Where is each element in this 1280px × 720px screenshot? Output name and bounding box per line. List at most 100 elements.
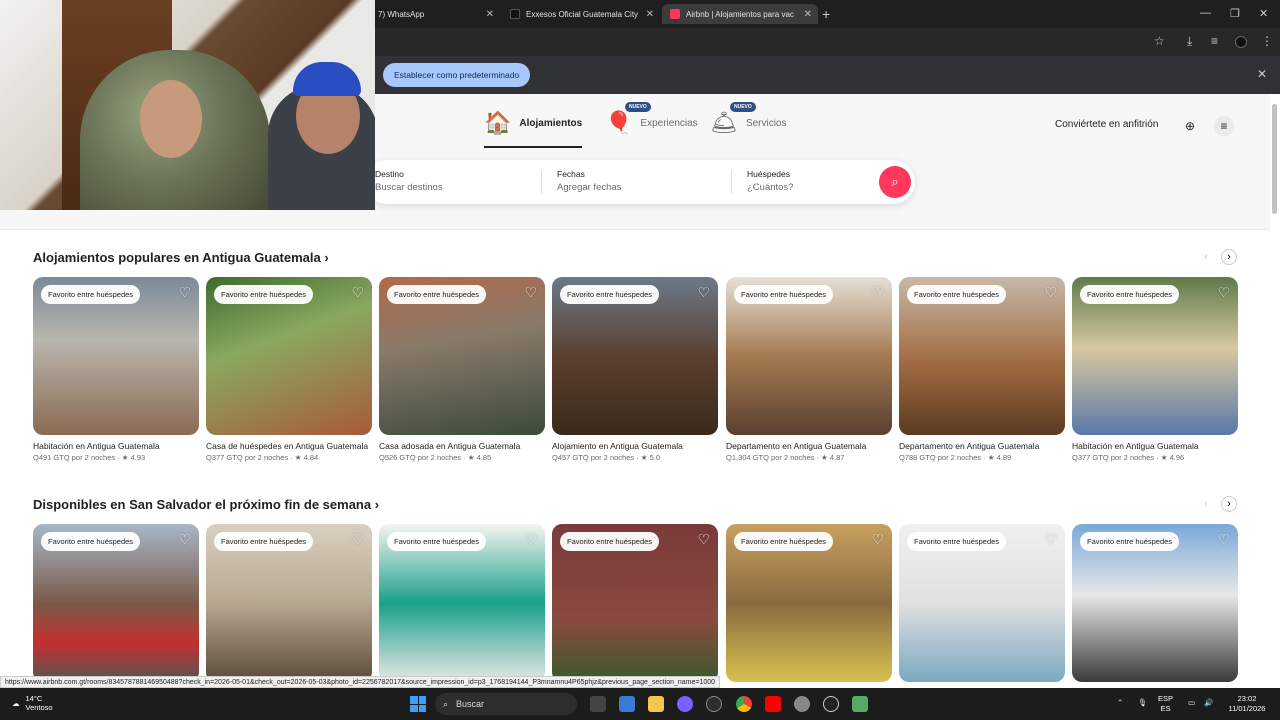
antigua-listing-card[interactable]: Favorito entre huéspedes ♡ Habitación en A… <box>33 277 199 462</box>
menu-dots-icon[interactable]: ⋮ <box>1261 34 1273 48</box>
bell-icon: 🛎 <box>710 110 738 135</box>
san-salvador-listing-card[interactable]: Favorito entre huéspedes ♡ <box>33 524 199 682</box>
dates-field[interactable]: Fechas Agregar fechas <box>557 169 621 193</box>
heart-icon[interactable]: ♡ <box>1044 531 1057 548</box>
listing-photo[interactable]: Favorito entre huéspedes ♡ <box>33 277 199 435</box>
heart-icon[interactable]: ♡ <box>351 531 364 548</box>
tray-chevron-icon[interactable]: ⌃ <box>1117 698 1123 708</box>
antigua-listing-card[interactable]: Favorito entre huéspedes ♡ Casa adosada en… <box>379 277 545 462</box>
windows-taskbar: ☁ 14°C Ventoso ⌕ Buscar ⌃ 🎙 ESP ES ▭ 🔊 2… <box>0 688 1280 720</box>
close-icon[interactable]: ✕ <box>804 9 812 20</box>
nav-experiencias[interactable]: 🎈 NUEVO Experiencias <box>605 102 698 136</box>
media-player-icon[interactable] <box>823 696 839 712</box>
section-title-san-salvador[interactable]: Disponibles en San Salvador el próximo f… <box>33 497 379 512</box>
volume-icon[interactable]: 🔊 <box>1204 698 1213 708</box>
hamburger-menu-icon[interactable]: ≡ <box>1214 116 1234 136</box>
globe-icon[interactable]: ⊕ <box>1180 116 1200 136</box>
store-icon[interactable] <box>619 696 635 712</box>
bookmark-star-icon[interactable]: ☆ <box>1154 34 1165 48</box>
weather-widget[interactable]: ☁ 14°C Ventoso <box>12 694 53 712</box>
chrome-icon[interactable] <box>736 696 752 712</box>
clock[interactable]: 23:02 11/01/2026 <box>1222 694 1272 714</box>
file-explorer-icon[interactable] <box>648 696 664 712</box>
guests-field[interactable]: Huéspedes ¿Cuántos? <box>747 169 793 193</box>
close-icon[interactable]: ✕ <box>646 9 654 20</box>
carousel-prev-icon[interactable]: ‹ <box>1198 496 1214 512</box>
antigua-listing-card[interactable]: Favorito entre huéspedes ♡ Departamento en… <box>726 277 892 462</box>
close-icon[interactable]: ✕ <box>486 9 494 20</box>
san-salvador-listing-card[interactable]: Favorito entre huéspedes ♡ <box>552 524 718 682</box>
microphone-icon[interactable]: 🎙 <box>1138 698 1148 708</box>
page-scrollbar[interactable] <box>1271 94 1278 684</box>
calculator-icon[interactable] <box>852 696 868 712</box>
heart-icon[interactable]: ♡ <box>697 284 710 301</box>
san-salvador-listing-card[interactable]: Favorito entre huéspedes ♡ <box>726 524 892 682</box>
heart-icon[interactable]: ♡ <box>871 531 884 548</box>
profile-avatar[interactable] <box>1235 36 1247 48</box>
listing-photo[interactable]: Favorito entre huéspedes ♡ <box>1072 524 1238 682</box>
youtube-icon[interactable] <box>765 696 781 712</box>
heart-icon[interactable]: ♡ <box>1044 284 1057 301</box>
section-title-antigua[interactable]: Alojamientos populares en Antigua Guatem… <box>33 250 329 265</box>
listing-photo[interactable]: Favorito entre huéspedes ♡ <box>379 524 545 682</box>
new-tab-icon[interactable]: + <box>822 6 830 22</box>
listing-photo[interactable]: Favorito entre huéspedes ♡ <box>899 524 1065 682</box>
minimize-icon[interactable]: — <box>1200 7 1211 19</box>
heart-icon[interactable]: ♡ <box>351 284 364 301</box>
scrollbar-thumb[interactable] <box>1272 104 1277 214</box>
field-placeholder: Agregar fechas <box>557 182 622 193</box>
app-icon[interactable] <box>706 696 722 712</box>
san-salvador-listing-card[interactable]: Favorito entre huéspedes ♡ <box>379 524 545 682</box>
heart-icon[interactable]: ♡ <box>178 284 191 301</box>
heart-icon[interactable]: ♡ <box>178 531 191 548</box>
listing-photo[interactable]: Favorito entre huéspedes ♡ <box>899 277 1065 435</box>
tab-airbnb[interactable]: Airbnb | Alojamientos para vac ✕ <box>662 4 818 24</box>
listing-photo[interactable]: Favorito entre huéspedes ♡ <box>206 524 372 682</box>
become-host-link[interactable]: Conviértete en anfitrión <box>1055 119 1158 130</box>
settings-icon[interactable] <box>794 696 810 712</box>
maximize-icon[interactable]: ❐ <box>1230 7 1240 20</box>
heart-icon[interactable]: ♡ <box>524 531 537 548</box>
tab-exxesos[interactable]: Exxesos Oficial Guatemala City ✕ <box>502 4 660 24</box>
antigua-listing-card[interactable]: Favorito entre huéspedes ♡ Casa de huésped… <box>206 277 372 462</box>
carousel-next-icon[interactable]: › <box>1221 249 1237 265</box>
task-view-icon[interactable] <box>590 696 606 712</box>
listing-photo[interactable]: Favorito entre huéspedes ♡ <box>552 277 718 435</box>
antigua-listing-card[interactable]: Favorito entre huéspedes ♡ Alojamiento en … <box>552 277 718 462</box>
set-default-button[interactable]: Establecer como predeterminado <box>383 63 531 87</box>
nav-alojamientos[interactable]: 🏠 Alojamientos <box>484 110 583 148</box>
heart-icon[interactable]: ♡ <box>871 284 884 301</box>
network-icon[interactable]: ▭ <box>1188 698 1195 708</box>
copilot-icon[interactable] <box>677 696 693 712</box>
download-icon[interactable]: ⤓ <box>1187 34 1192 49</box>
listing-photo[interactable]: Favorito entre huéspedes ♡ <box>1072 277 1238 435</box>
listing-photo[interactable]: Favorito entre huéspedes ♡ <box>206 277 372 435</box>
antigua-listing-card[interactable]: Favorito entre huéspedes ♡ Habitación en A… <box>1072 277 1238 462</box>
antigua-listing-card[interactable]: Favorito entre huéspedes ♡ Departamento en… <box>899 277 1065 462</box>
listing-photo[interactable]: Favorito entre huéspedes ♡ <box>552 524 718 682</box>
listing-photo[interactable]: Favorito entre huéspedes ♡ <box>726 524 892 682</box>
san-salvador-listing-card[interactable]: Favorito entre huéspedes ♡ <box>1072 524 1238 682</box>
heart-icon[interactable]: ♡ <box>1217 284 1230 301</box>
listing-photo[interactable]: Favorito entre huéspedes ♡ <box>726 277 892 435</box>
heart-icon[interactable]: ♡ <box>697 531 710 548</box>
carousel-prev-icon[interactable]: ‹ <box>1198 249 1214 265</box>
destination-field[interactable]: Destino Buscar destinos <box>375 169 443 193</box>
field-label: Huéspedes <box>747 169 791 179</box>
listing-photo[interactable]: Favorito entre huéspedes ♡ <box>379 277 545 435</box>
san-salvador-listing-card[interactable]: Favorito entre huéspedes ♡ <box>206 524 372 682</box>
window-close-icon[interactable]: ✕ <box>1259 7 1268 20</box>
search-button[interactable]: ⌕ <box>879 166 911 198</box>
listing-photo[interactable]: Favorito entre huéspedes ♡ <box>33 524 199 682</box>
language-indicator[interactable]: ESP ES <box>1158 694 1173 714</box>
heart-icon[interactable]: ♡ <box>524 284 537 301</box>
windows-start-icon[interactable] <box>410 696 426 712</box>
tab-whatsapp[interactable]: 7) WhatsApp ✕ <box>370 4 500 24</box>
nav-servicios[interactable]: 🛎 NUEVO Servicios <box>710 102 787 136</box>
close-icon[interactable]: ✕ <box>1257 67 1267 81</box>
san-salvador-listing-card[interactable]: Favorito entre huéspedes ♡ <box>899 524 1065 682</box>
carousel-next-icon[interactable]: › <box>1221 496 1237 512</box>
media-icon[interactable]: ≡ <box>1211 34 1218 48</box>
heart-icon[interactable]: ♡ <box>1217 531 1230 548</box>
taskbar-search[interactable]: ⌕ Buscar <box>435 693 577 715</box>
